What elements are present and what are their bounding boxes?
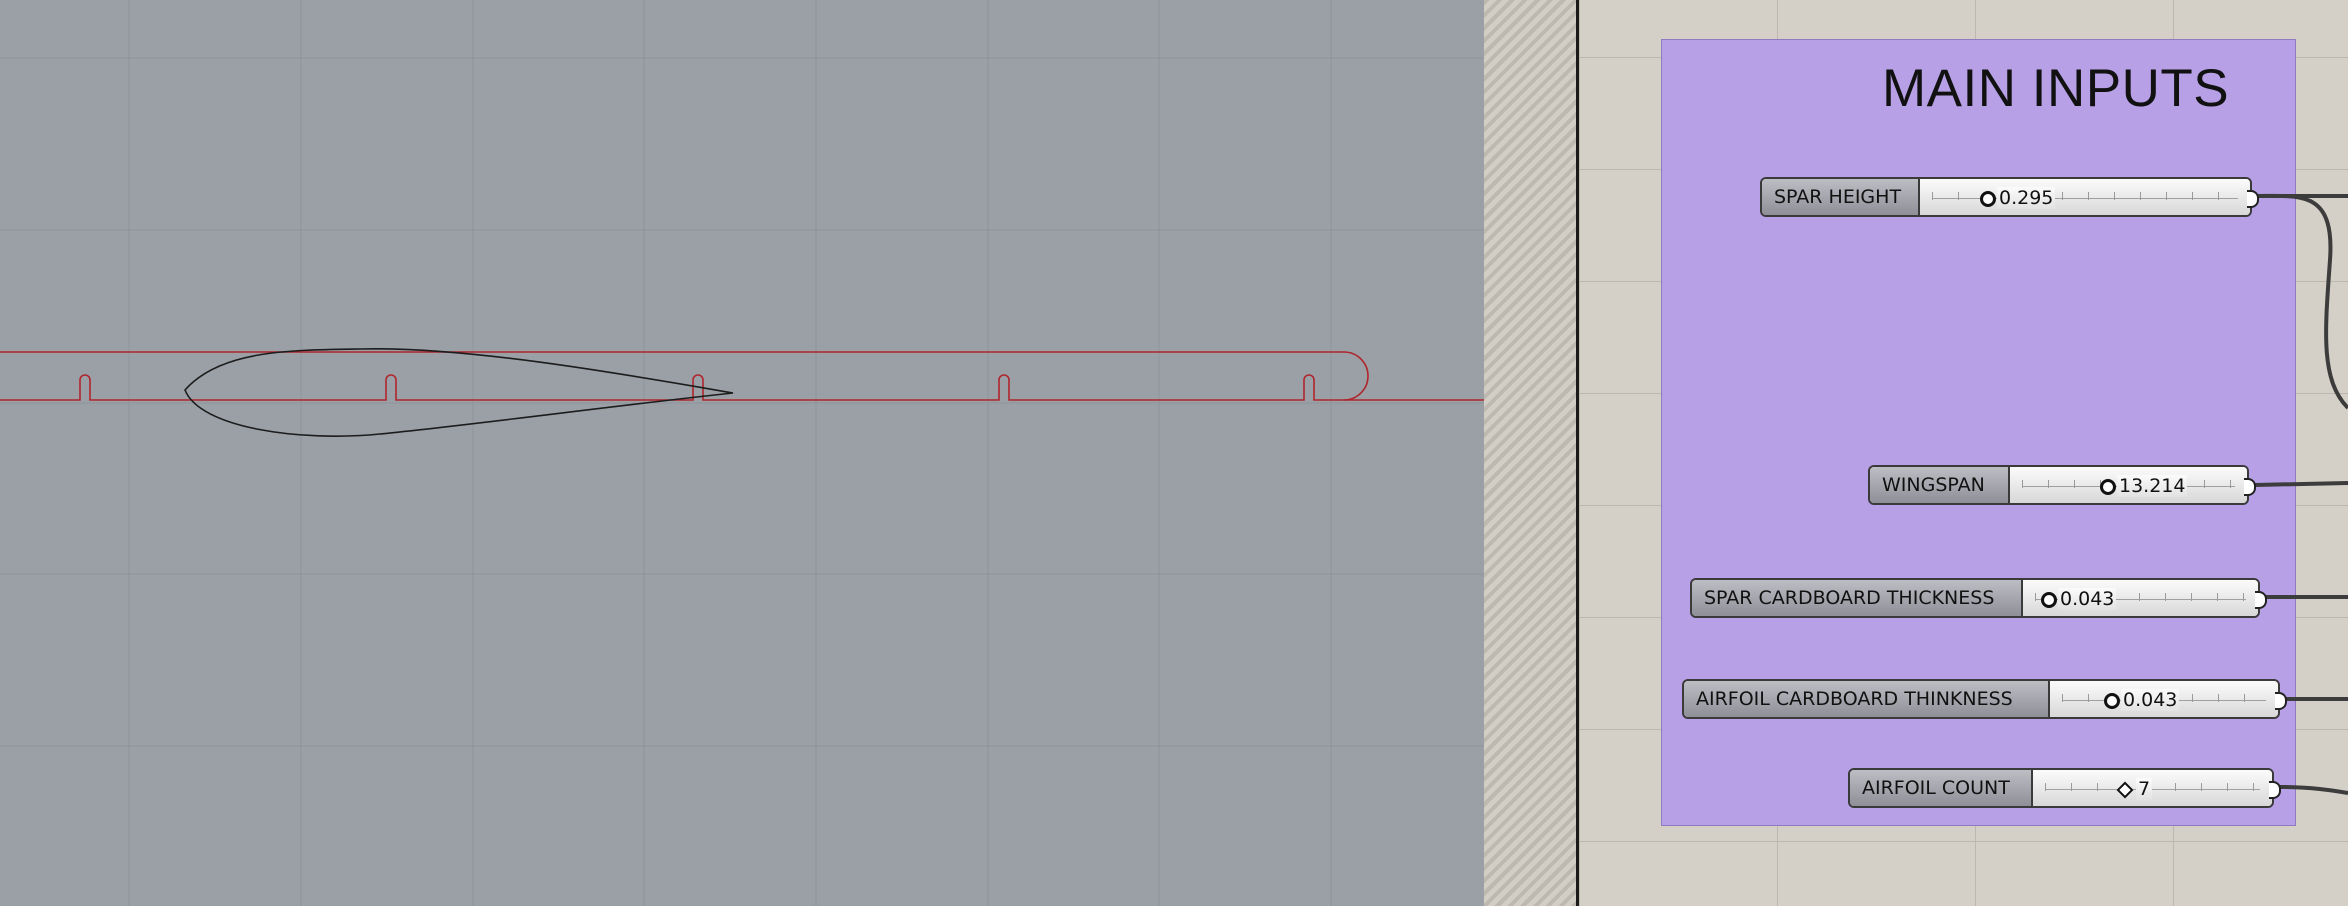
spar-outline xyxy=(0,351,1369,401)
slider-label: AIRFOIL COUNT xyxy=(1850,770,2033,806)
viewport-grid xyxy=(0,0,1484,906)
slider-value: 13.214 xyxy=(2117,475,2188,497)
group-title: MAIN INPUTS xyxy=(1882,59,2230,118)
slider-track[interactable]: 13.214 xyxy=(2010,467,2247,503)
slider-track[interactable]: 0.043 xyxy=(2023,580,2258,616)
viewport-geometry xyxy=(0,0,1484,906)
slider-spar-height[interactable]: SPAR HEIGHT 0.295 xyxy=(1760,177,2259,217)
slider-value: 0.295 xyxy=(1997,187,2056,209)
slider-label: WINGSPAN xyxy=(1870,467,2010,503)
slider-label: AIRFOIL CARDBOARD THINKNESS xyxy=(1684,681,2050,717)
slider-value: 0.043 xyxy=(2058,588,2117,610)
slider-airfoil-cardboard-thickness[interactable]: AIRFOIL CARDBOARD THINKNESS 0.043 xyxy=(1682,679,2287,719)
slider-track[interactable]: 0.295 xyxy=(1920,179,2250,215)
slider-wingspan[interactable]: WINGSPAN 13.214 xyxy=(1868,465,2256,505)
panel-splitter[interactable] xyxy=(1484,0,1578,906)
slider-value: 7 xyxy=(2136,778,2153,800)
rhino-viewport[interactable] xyxy=(0,0,1484,906)
slider-track[interactable]: 7 xyxy=(2033,770,2272,806)
slider-grip[interactable] xyxy=(1980,191,1996,207)
slider-track[interactable]: 0.043 xyxy=(2050,681,2278,717)
slider-label: SPAR HEIGHT xyxy=(1762,179,1920,215)
slider-grip[interactable] xyxy=(2100,479,2116,495)
airfoil-outline xyxy=(184,347,734,437)
slider-grip[interactable] xyxy=(2104,693,2120,709)
slider-airfoil-count[interactable]: AIRFOIL COUNT 7 xyxy=(1848,768,2281,808)
slider-grip[interactable] xyxy=(2041,592,2057,608)
slider-label: SPAR CARDBOARD THICKNESS xyxy=(1692,580,2023,616)
slider-value: 0.043 xyxy=(2121,689,2180,711)
slider-spar-cardboard-thickness[interactable]: SPAR CARDBOARD THICKNESS 0.043 xyxy=(1690,578,2267,618)
